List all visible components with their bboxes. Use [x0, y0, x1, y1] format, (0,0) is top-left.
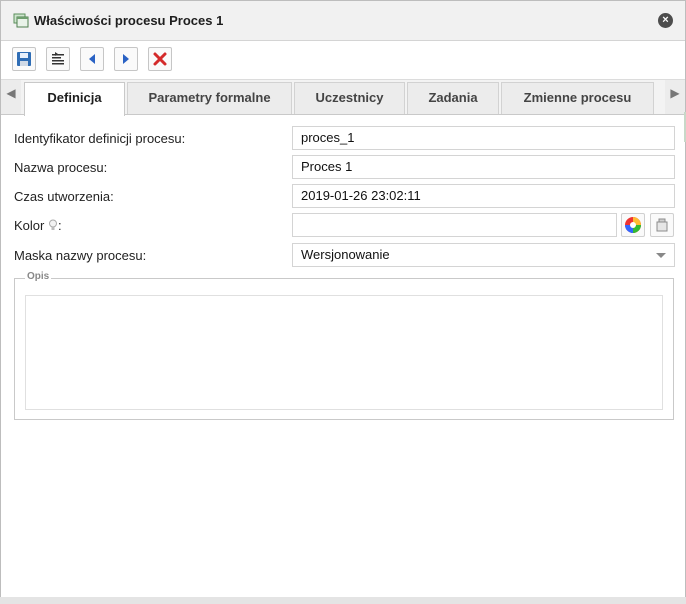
created-input[interactable]: 2019-01-26 23:02:11	[292, 184, 675, 208]
description-legend: Opis	[25, 271, 52, 282]
tab-zmienne-procesu[interactable]: Zmienne procesu	[501, 82, 654, 114]
eraser-icon	[656, 218, 668, 232]
dialog-title: Właściwości procesu Proces 1	[34, 13, 224, 28]
save-icon	[17, 52, 31, 66]
process-id-input[interactable]: proces_1	[292, 126, 675, 150]
delete-button[interactable]	[148, 47, 172, 71]
close-button[interactable]: ×	[658, 13, 673, 28]
delete-icon	[153, 52, 167, 66]
lightbulb-icon	[48, 219, 57, 230]
row-color: Kolor :	[14, 213, 674, 239]
arrow-left-icon: ◀	[6, 86, 16, 100]
chevron-down-icon	[656, 253, 666, 258]
arrow-right-icon: ▶	[670, 86, 680, 100]
color-label: Kolor :	[14, 218, 62, 233]
next-button[interactable]	[114, 47, 138, 71]
process-properties-dialog: Właściwości procesu Proces 1 × ◀ Definic…	[0, 0, 686, 598]
save-button[interactable]	[12, 47, 36, 71]
dialog-titlebar: Właściwości procesu Proces 1 ×	[1, 1, 685, 41]
process-id-label: Identyfikator definicji procesu:	[14, 131, 186, 146]
close-icon: ×	[662, 14, 669, 26]
tab-strip: ◀ Definicja Parametry formalne Uczestnic…	[1, 79, 685, 116]
tab-zadania[interactable]: Zadania	[407, 82, 499, 114]
tab-uczestnicy[interactable]: Uczestnicy	[294, 82, 405, 114]
arrow-right-icon	[123, 54, 129, 64]
description-fieldset: Opis	[14, 271, 674, 420]
window-icon	[13, 13, 29, 28]
arrow-left-icon	[89, 54, 95, 64]
color-picker-button[interactable]	[621, 213, 645, 237]
color-wheel-icon	[625, 217, 641, 233]
toolbar	[1, 41, 685, 79]
row-created: Czas utworzenia: 2019-01-26 23:02:11	[14, 184, 675, 210]
process-name-input[interactable]: Proces 1	[292, 155, 675, 179]
created-label: Czas utworzenia:	[14, 189, 114, 204]
name-mask-select[interactable]: Wersjonowanie	[292, 243, 675, 267]
clear-color-button[interactable]	[650, 213, 674, 237]
color-input[interactable]	[292, 213, 617, 237]
text-align-icon	[52, 52, 64, 65]
name-mask-label: Maska nazwy procesu:	[14, 248, 147, 263]
row-process-id: Identyfikator definicji procesu: proces_…	[14, 126, 675, 152]
row-process-name: Nazwa procesu: Proces 1	[14, 155, 675, 181]
prev-button[interactable]	[80, 47, 104, 71]
tab-scroll-right[interactable]: ▶	[665, 80, 685, 114]
description-textarea[interactable]	[25, 295, 663, 410]
tab-parametry-formalne[interactable]: Parametry formalne	[127, 82, 292, 114]
tab-scroll-left[interactable]: ◀	[1, 80, 21, 114]
process-name-label: Nazwa procesu:	[14, 160, 108, 175]
bottom-edge	[0, 597, 686, 604]
tab-definicja[interactable]: Definicja	[24, 82, 125, 116]
format-button[interactable]	[46, 47, 70, 71]
row-name-mask: Maska nazwy procesu: Wersjonowanie	[14, 243, 675, 269]
